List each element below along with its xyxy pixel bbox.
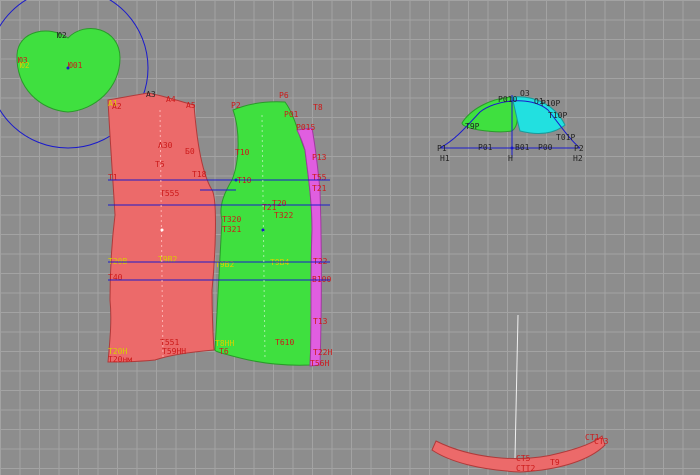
back-label-t59hh: Т59НН (162, 347, 186, 356)
back-label-t5: Т5 (155, 160, 165, 169)
back-label-a2: А2 (112, 102, 122, 111)
front-label-t56h: Т56Н (310, 359, 329, 368)
point-marker (510, 146, 514, 150)
back-label-t40: Т40 (108, 273, 123, 282)
waistband-label-right2: СТ3 (594, 437, 609, 446)
waistband-label-bottom: СТТ2 (516, 464, 535, 473)
front-label-p01: Р01 (284, 110, 299, 119)
front-label-t8: Т8 (313, 103, 323, 112)
sleeve-label-h1: Н1 (440, 154, 450, 163)
sleeve-label-t10p: Т10Р (548, 111, 567, 120)
sleeve-label-t01p: Т01Р (556, 133, 575, 142)
front-label-t22h: Т22Н (313, 348, 332, 357)
front-label-t610: Т610 (275, 338, 294, 347)
pattern-canvas[interactable]: Ю2 Ю3 Ю2 Ю01 А1 А2 А3 А4 А5 А30 Б0 Т5 Т1… (0, 0, 700, 475)
front-label-t21b: Т21 (312, 184, 327, 193)
back-label-a4: А4 (166, 95, 176, 104)
collar-label-center: Ю01 (68, 61, 83, 70)
waistband-label-mid: Т9 (550, 458, 560, 467)
sleeve-label-p10p: Р10Р (541, 99, 560, 108)
back-label-t555: Т555 (160, 189, 179, 198)
front-label-p13: Р13 (312, 153, 327, 162)
waistband-label-left: СТ5 (516, 454, 531, 463)
sleeve-label-p2: Р2 (574, 144, 584, 153)
front-label-t322: Т322 (274, 211, 293, 220)
back-piece[interactable]: А1 А2 А3 А4 А5 А30 Б0 Т5 Т1 Т18 Т555 Т20… (107, 90, 216, 364)
point-marker (234, 178, 238, 182)
front-label-t13: Т13 (313, 317, 328, 326)
sleeve-label-p010: Р010 (498, 95, 517, 104)
back-label-b0: Б0 (185, 147, 195, 156)
back-label-t20hm: Т20нм (108, 355, 132, 364)
sleeve-label-p00: Р00 (538, 143, 553, 152)
sleeve-label-p01: Р01 (478, 143, 493, 152)
front-label-t9b2: Т9В2 (215, 260, 234, 269)
sleeve-label-b01: В01 (515, 143, 530, 152)
front-label-t6: Т6 (219, 347, 229, 356)
sleeve-piece[interactable]: Р1 Н1 Р01 В01 Р00 Р2 Н2 Н О3 Р010 О1 Р10… (437, 89, 584, 163)
sleeve-label-o3: О3 (520, 89, 530, 98)
back-label-t18: Т18 (192, 170, 207, 179)
front-label-t321: Т321 (222, 225, 241, 234)
front-label-t55: Т55 (312, 173, 327, 182)
sleeve-label-h2: Н2 (573, 154, 583, 163)
front-label-p2: Р2 (231, 101, 241, 110)
back-label-t9b2: Т9В2 (158, 255, 177, 264)
front-label-t320: Т320 (222, 215, 241, 224)
point-marker (261, 228, 265, 232)
sleeve-label-h: Н (508, 154, 513, 163)
back-shape[interactable] (107, 92, 216, 363)
front-piece[interactable]: Р2 Р6 Т10 Т10 Т20 Т21 Т320 Т321 Т322 Т9В… (214, 91, 313, 366)
reference-line (514, 314, 519, 459)
front-label-p015: Р015 (296, 123, 315, 132)
collar-label-left2: Ю2 (20, 61, 30, 70)
collar-label-top: Ю2 (57, 31, 67, 40)
sleeve-label-p1: Р1 (437, 144, 447, 153)
waistband-piece[interactable]: СТ5 Т9 СТТ2 СТ1 СТ3 (431, 433, 609, 473)
back-label-a5: А5 (186, 101, 196, 110)
collar-shape[interactable] (16, 28, 121, 113)
point-marker (66, 66, 70, 70)
point-marker (160, 228, 164, 232)
back-label-t1: Т1 (108, 173, 118, 182)
front-label-t10: Т10 (235, 148, 250, 157)
front-label-p6: Р6 (279, 91, 289, 100)
sleeve-label-t9p: Т9Р (465, 122, 480, 131)
back-label-a3: А3 (146, 90, 156, 99)
